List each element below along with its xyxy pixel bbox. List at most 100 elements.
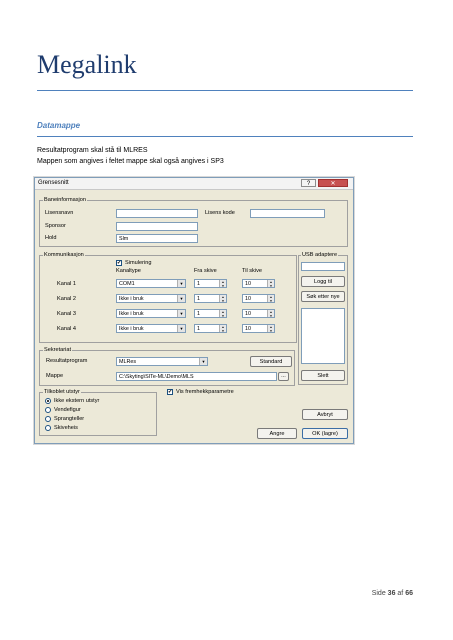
kanal-3-type-value: Ikke i bruk [119, 311, 144, 317]
document-title: Megalink [37, 50, 137, 79]
footer-page-total: 66 [405, 590, 413, 597]
hold-label: Hold [45, 235, 57, 241]
simulering-label: Simulering [125, 260, 152, 266]
kanal-1-type-value: COM1 [119, 281, 135, 287]
sok-etter-nye-button[interactable]: Søk etter nye [301, 291, 345, 302]
paragraph-line-2: Mappen som angives i feltet mappe skal o… [37, 158, 224, 165]
radio-ikke-ekstern-label: Ikke ekstern utstyr [54, 398, 100, 404]
kanal-2-type-select[interactable]: Ikke i bruk ▼ [116, 294, 186, 303]
dialog-titlebar: Grensesnitt ? ✕ [35, 178, 353, 190]
kanal-1-type-select[interactable]: COM1 ▼ [116, 279, 186, 288]
lisenskode-label: Lisens kode [205, 210, 235, 216]
grensesnitt-dialog: Grensesnitt ? ✕ Baneinformasjon Lisensna… [34, 177, 354, 444]
help-button[interactable]: ? [301, 179, 316, 187]
close-button[interactable]: ✕ [318, 179, 348, 187]
kommunikasjon-group: Kommunikasjon ✔ Simulering Kanaltype Fra… [39, 252, 297, 343]
footer-prefix: Side [371, 590, 388, 597]
kanal-3-fra-spinner[interactable]: 1 ▲ ▼ [194, 309, 227, 318]
browse-button[interactable]: ... [278, 372, 289, 381]
chevron-down-icon: ▼ [177, 295, 185, 302]
sekretariat-legend: Sekretariat [43, 347, 73, 353]
logg-til-button[interactable]: Logg til [301, 276, 345, 287]
kanal-4-type-value: Ikke i bruk [119, 326, 144, 332]
radio-ikke-ekstern[interactable] [45, 398, 51, 404]
kanal-3-til-value: 10 [245, 311, 251, 317]
chevron-down-icon: ▼ [199, 358, 207, 365]
mappe-input[interactable]: C:\Skyting\SITe-ML\Demo\MLS [116, 372, 277, 381]
kanal-2-fra-spinner[interactable]: 1 ▲ ▼ [194, 294, 227, 303]
lisensnavn-label: Lisensnavn [45, 210, 74, 216]
title-rule [37, 90, 413, 91]
lisensnavn-input[interactable] [116, 209, 198, 218]
spinner-arrows-icon: ▲ ▼ [267, 310, 274, 317]
sponsor-input[interactable] [116, 222, 198, 231]
ok-lagre-button[interactable]: OK (lagre) [302, 428, 348, 439]
slett-button[interactable]: Slett [301, 370, 345, 381]
lisenskode-input[interactable] [250, 209, 325, 218]
kanaltype-header: Kanaltype [116, 268, 141, 274]
angre-button[interactable]: Angre [257, 428, 297, 439]
til-skive-header: Til skive [242, 268, 262, 274]
kanal-4-fra-value: 1 [197, 326, 200, 332]
spinner-arrows-icon: ▲ ▼ [267, 280, 274, 287]
vis-fremhekk-checkbox[interactable]: ✔ [167, 389, 173, 395]
radio-skiveheis-label: Skiveheis [54, 425, 78, 431]
kanal-2-til-value: 10 [245, 296, 251, 302]
page-footer: Side 36 af 66 [372, 590, 413, 597]
spinner-arrows-icon: ▲ ▼ [267, 325, 274, 332]
simulering-checkbox[interactable]: ✔ [116, 260, 122, 266]
baneinfo-legend: Baneinformasjon [43, 197, 87, 203]
kanal-4-label: Kanal 4 [57, 326, 76, 332]
chevron-down-icon: ▼ [177, 280, 185, 287]
close-icon: ✕ [330, 181, 336, 187]
tilkoblet-legend: Tilkoblet utstyr [43, 389, 81, 395]
section-rule [37, 136, 413, 137]
sekretariat-group: Sekretariat Resultatprogram MLRes ▼ Stan… [39, 347, 295, 386]
resultatprogram-select[interactable]: MLRes ▼ [116, 357, 208, 366]
paragraph-line-1: Resultatprogram skal stå til MLRES [37, 147, 148, 154]
radio-sprangteller-label: Sprangteller [54, 416, 85, 422]
spinner-arrows-icon: ▲ ▼ [267, 295, 274, 302]
kommunikasjon-legend: Kommunikasjon [43, 252, 85, 258]
kanal-3-fra-value: 1 [197, 311, 200, 317]
kanal-2-label: Kanal 2 [57, 296, 76, 302]
kanal-1-til-value: 10 [245, 281, 251, 287]
usb-group: USB adaptere Logg til Søk etter nye Slet… [298, 252, 348, 385]
kanal-1-fra-spinner[interactable]: 1 ▲ ▼ [194, 279, 227, 288]
kanal-2-type-value: Ikke i bruk [119, 296, 144, 302]
chevron-down-icon: ▼ [177, 325, 185, 332]
kanal-1-label: Kanal 1 [57, 281, 76, 287]
sponsor-label: Sponsor [45, 223, 66, 229]
vis-fremhekk-label: Vis fremhekkparametre [176, 389, 234, 395]
kanal-1-fra-value: 1 [197, 281, 200, 287]
kanal-3-label: Kanal 3 [57, 311, 76, 317]
standard-button[interactable]: Standard [250, 356, 292, 367]
spinner-arrows-icon: ▲ ▼ [219, 310, 226, 317]
fra-skive-header: Fra skive [194, 268, 217, 274]
baneinfo-group: Baneinformasjon Lisensnavn Lisens kode S… [39, 197, 348, 247]
usb-adapter-list[interactable] [301, 308, 345, 364]
tilkoblet-group: Tilkoblet utstyr Ikke ekstern utstyr Ven… [39, 389, 157, 436]
resultatprogram-value: MLRes [119, 359, 137, 365]
radio-sprangteller[interactable] [45, 416, 51, 422]
dialog-title: Grensesnitt [38, 180, 69, 186]
usb-input[interactable] [301, 262, 345, 271]
footer-middle: af [395, 590, 406, 597]
spinner-arrows-icon: ▲ ▼ [219, 325, 226, 332]
kanal-4-type-select[interactable]: Ikke i bruk ▼ [116, 324, 186, 333]
kanal-3-til-spinner[interactable]: 10 ▲ ▼ [242, 309, 275, 318]
kanal-4-til-spinner[interactable]: 10 ▲ ▼ [242, 324, 275, 333]
spinner-arrows-icon: ▲ ▼ [219, 280, 226, 287]
kanal-1-til-spinner[interactable]: 10 ▲ ▼ [242, 279, 275, 288]
mappe-label: Mappe [46, 373, 64, 379]
radio-vendefigur[interactable] [45, 407, 51, 413]
kanal-2-til-spinner[interactable]: 10 ▲ ▼ [242, 294, 275, 303]
kanal-3-type-select[interactable]: Ikke i bruk ▼ [116, 309, 186, 318]
avbryt-button[interactable]: Avbryt [302, 409, 348, 420]
section-heading: Datamappe [37, 121, 81, 130]
resultatprogram-label: Resultatprogram [46, 358, 88, 364]
radio-skiveheis[interactable] [45, 425, 51, 431]
kanal-4-fra-spinner[interactable]: 1 ▲ ▼ [194, 324, 227, 333]
radio-vendefigur-label: Vendefigur [54, 407, 81, 413]
hold-input[interactable]: Slm [116, 234, 198, 243]
